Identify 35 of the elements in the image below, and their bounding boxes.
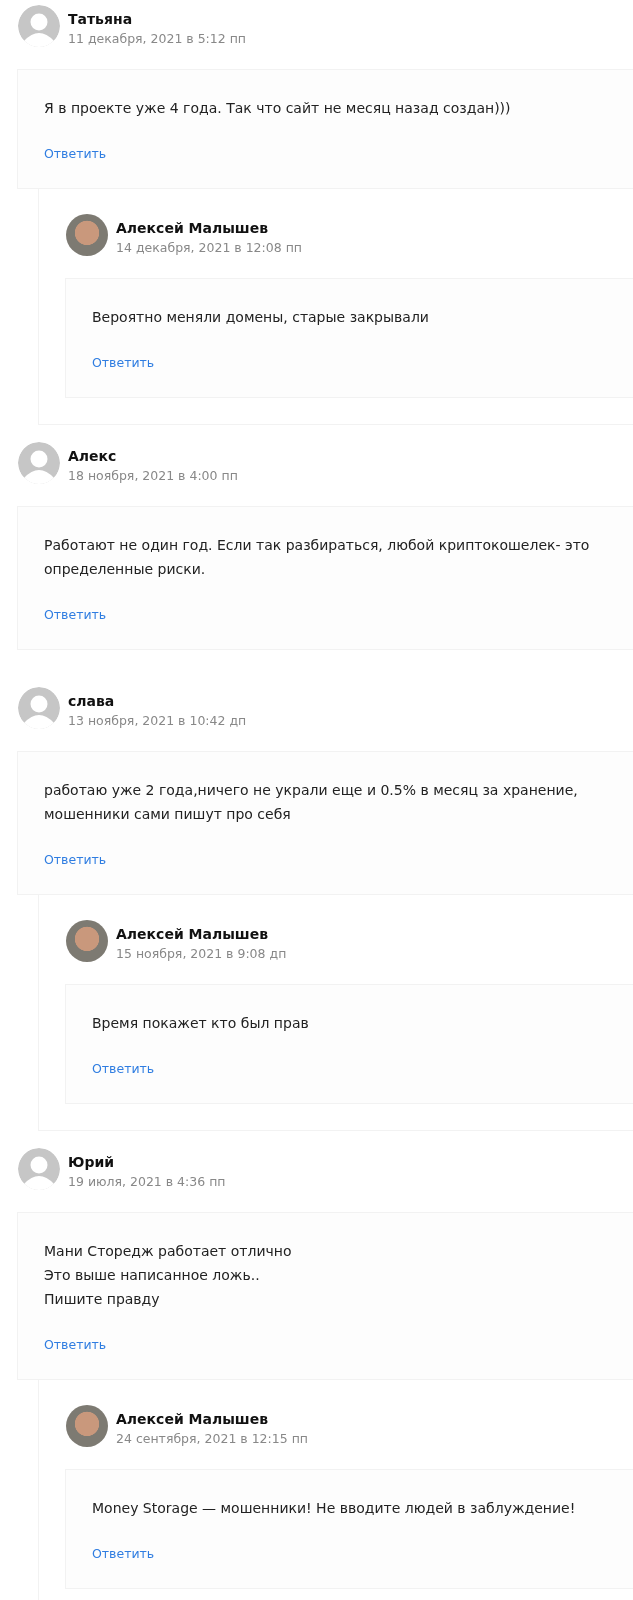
comment-date[interactable]: 24 сентября, 2021 в 12:15 пп: [116, 1430, 308, 1448]
comment-date[interactable]: 11 декабря, 2021 в 5:12 пп: [68, 30, 247, 48]
comment-text: Работают не один год. Если так разбираться, любой криптокошелек- это определенные риски.: [44, 536, 591, 579]
reply-link[interactable]: Ответить: [92, 1545, 155, 1563]
avatar-icon: [18, 5, 60, 47]
author-name[interactable]: Алекс: [68, 447, 238, 465]
author-name[interactable]: Юрий: [68, 1153, 226, 1171]
author-name[interactable]: Алексей Малышев: [116, 925, 287, 943]
reply-link[interactable]: Ответить: [92, 1060, 155, 1078]
comment-text: Вероятно меняли домены, старые закрывали: [92, 308, 430, 327]
comment-date[interactable]: 14 декабря, 2021 в 12:08 пп: [116, 239, 302, 257]
reply-link[interactable]: Ответить: [92, 354, 155, 372]
comment-text: работаю уже 2 года,ничего не украли еще и 0.5% в месяц за хранение, мошенники сами пишут про себя: [44, 781, 579, 824]
comment-date[interactable]: 19 июля, 2021 в 4:36 пп: [68, 1173, 226, 1191]
avatar-icon: [18, 1148, 60, 1190]
author-name[interactable]: Алексей Малышев: [116, 1410, 308, 1428]
reply-link[interactable]: Ответить: [44, 145, 107, 163]
comment-text: Money Storage — мошенники! Не вводите людей в заблуждение!: [92, 1499, 577, 1518]
avatar-icon: [18, 442, 60, 484]
avatar-photo-placeholder: [66, 1405, 108, 1447]
reply-link[interactable]: Ответить: [44, 606, 107, 624]
comment-date[interactable]: 13 ноября, 2021 в 10:42 дп: [68, 712, 247, 730]
comment-date[interactable]: 15 ноября, 2021 в 9:08 дп: [116, 945, 287, 963]
comment-text: Время покажет кто был прав: [92, 1014, 310, 1033]
reply-link[interactable]: Ответить: [44, 1336, 107, 1354]
comment-date[interactable]: 18 ноября, 2021 в 4:00 пп: [68, 467, 238, 485]
comment-text: Я в проекте уже 4 года. Так что сайт не месяц назад создан))): [44, 99, 512, 118]
reply-link[interactable]: Ответить: [44, 851, 107, 869]
comment-text: Мани Сторедж работает отлично Это выше написанное ложь.. Пишите правду: [44, 1242, 293, 1309]
avatar-photo-placeholder: [66, 920, 108, 962]
avatar-icon: [18, 687, 60, 729]
author-name[interactable]: Татьяна: [68, 10, 247, 28]
author-name[interactable]: Алексей Малышев: [116, 219, 302, 237]
author-name[interactable]: слава: [68, 692, 247, 710]
avatar-photo-placeholder: [66, 214, 108, 256]
